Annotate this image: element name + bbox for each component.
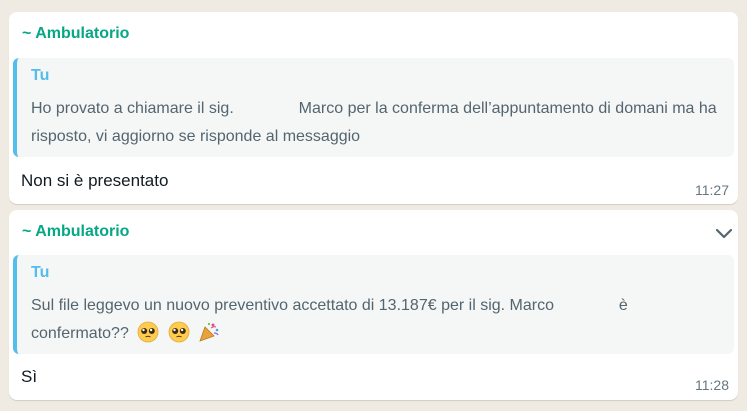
quoted-text: Sul file leggevo un nuovo preventivo acc… — [31, 292, 724, 348]
quoted-message[interactable]: Tu Ho provato a chiamare il sig. Marco p… — [13, 58, 734, 157]
chevron-down-icon[interactable] — [714, 225, 734, 241]
quoted-text-before: Ho provato a chiamare il sig. — [31, 100, 234, 117]
redacted-name — [558, 298, 615, 313]
message-bubble[interactable]: ~ Ambulatorio Tu Ho provato a chiamare i… — [9, 12, 738, 204]
quoted-message[interactable]: Tu Sul file leggevo un nuovo preventivo … — [13, 255, 734, 354]
message-time: 11:27 — [695, 182, 729, 198]
message-text: Sì — [21, 367, 38, 386]
pleading-face-emoji-icon — [168, 321, 190, 343]
quoted-text: Ho provato a chiamare il sig. Marco per … — [31, 95, 724, 151]
sender-name[interactable]: ~ Ambulatorio — [22, 223, 129, 241]
pleading-face-emoji-icon — [137, 321, 159, 343]
message-text: Non si è presentato — [21, 171, 169, 190]
sender-name[interactable]: ~ Ambulatorio — [22, 25, 129, 43]
quoted-author: Tu — [31, 67, 50, 84]
message-bubble[interactable]: ~ Ambulatorio Tu Sul file leggevo un nuo… — [9, 210, 738, 400]
quoted-text-before: Sul file leggevo un nuovo preventivo acc… — [31, 297, 554, 314]
redacted-name — [238, 101, 295, 116]
party-popper-emoji-icon — [199, 322, 219, 342]
quoted-author: Tu — [31, 264, 50, 281]
message-time: 11:28 — [695, 377, 729, 393]
